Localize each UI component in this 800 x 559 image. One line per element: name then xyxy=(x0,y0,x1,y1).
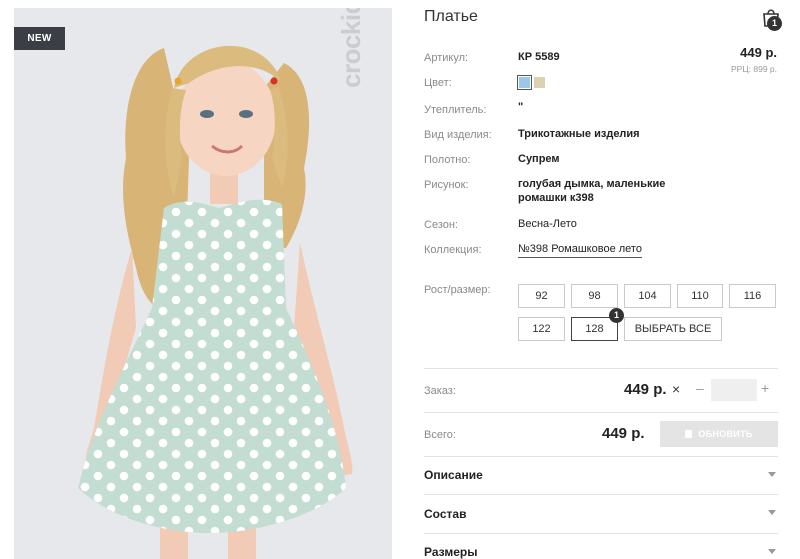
type-value: Трикотажные изделия xyxy=(518,128,640,140)
bag-icon xyxy=(685,430,693,438)
size-option[interactable]: 122 xyxy=(518,317,565,341)
article-label: Артикул: xyxy=(424,52,469,64)
fabric-label: Полотно: xyxy=(424,154,471,166)
pattern-value-line2: ромашки к398 xyxy=(518,192,594,204)
size-option[interactable]: 92 xyxy=(518,284,565,308)
size-label: Рост/размер: xyxy=(424,284,491,296)
order-label: Заказ: xyxy=(424,385,456,397)
divider xyxy=(424,456,778,457)
size-option[interactable]: 110 xyxy=(677,284,723,308)
season-value: Весна-Лето xyxy=(518,218,577,230)
product-photo[interactable]: NEW crockid xyxy=(14,8,392,559)
pattern-label: Рисунок: xyxy=(424,179,469,191)
color-swatch-blue[interactable] xyxy=(517,75,532,90)
girl-illustration xyxy=(14,8,392,559)
size-option[interactable]: 116 xyxy=(729,284,776,308)
filler-value: " xyxy=(518,101,524,113)
quantity-decrement-button[interactable]: – xyxy=(696,380,704,396)
type-label: Вид изделия: xyxy=(424,129,492,141)
remove-icon[interactable]: × xyxy=(672,381,680,397)
season-label: Сезон: xyxy=(424,219,458,231)
chevron-down-icon[interactable] xyxy=(768,510,776,515)
pattern-value-line1: голубая дымка, маленькие xyxy=(518,178,666,190)
product-price: 449 р. xyxy=(740,45,777,60)
divider xyxy=(424,533,778,534)
accordion-sizes[interactable]: Размеры xyxy=(424,545,477,559)
size-option[interactable]: 104 xyxy=(624,284,671,308)
update-button-label: ОБНОВИТЬ xyxy=(698,429,753,439)
collection-link[interactable]: №398 Ромашковое лето xyxy=(518,242,642,258)
filler-label: Утеплитель: xyxy=(424,104,487,116)
accordion-composition[interactable]: Состав xyxy=(424,507,466,521)
order-price: 449 р. xyxy=(624,381,667,398)
new-badge: NEW xyxy=(14,27,65,50)
cart-count-badge: 1 xyxy=(767,16,782,31)
select-all-sizes-button[interactable]: ВЫБРАТЬ ВСЕ xyxy=(624,317,722,341)
accordion-description[interactable]: Описание xyxy=(424,468,483,482)
color-swatch-beige[interactable] xyxy=(534,77,545,88)
color-label: Цвет: xyxy=(424,77,452,89)
brand-watermark: crockid xyxy=(336,8,366,88)
size-count-badge: 1 xyxy=(609,308,624,323)
divider xyxy=(424,494,778,495)
total-price: 449 р. xyxy=(602,425,645,442)
size-option[interactable]: 98 xyxy=(571,284,618,308)
quantity-increment-button[interactable]: + xyxy=(761,380,769,396)
quantity-input[interactable] xyxy=(711,379,757,401)
article-value: КР 5589 xyxy=(518,51,560,63)
chevron-down-icon[interactable] xyxy=(768,472,776,477)
collection-label: Коллекция: xyxy=(424,244,482,256)
update-button[interactable]: ОБНОВИТЬ xyxy=(660,421,778,447)
divider xyxy=(424,412,778,413)
rrp-price: РРЦ: 899 р. xyxy=(731,64,777,74)
fabric-value: Супрем xyxy=(518,153,560,165)
product-title: Платье xyxy=(424,8,478,25)
divider xyxy=(424,368,778,369)
total-label: Всего: xyxy=(424,429,456,441)
chevron-down-icon[interactable] xyxy=(768,549,776,554)
